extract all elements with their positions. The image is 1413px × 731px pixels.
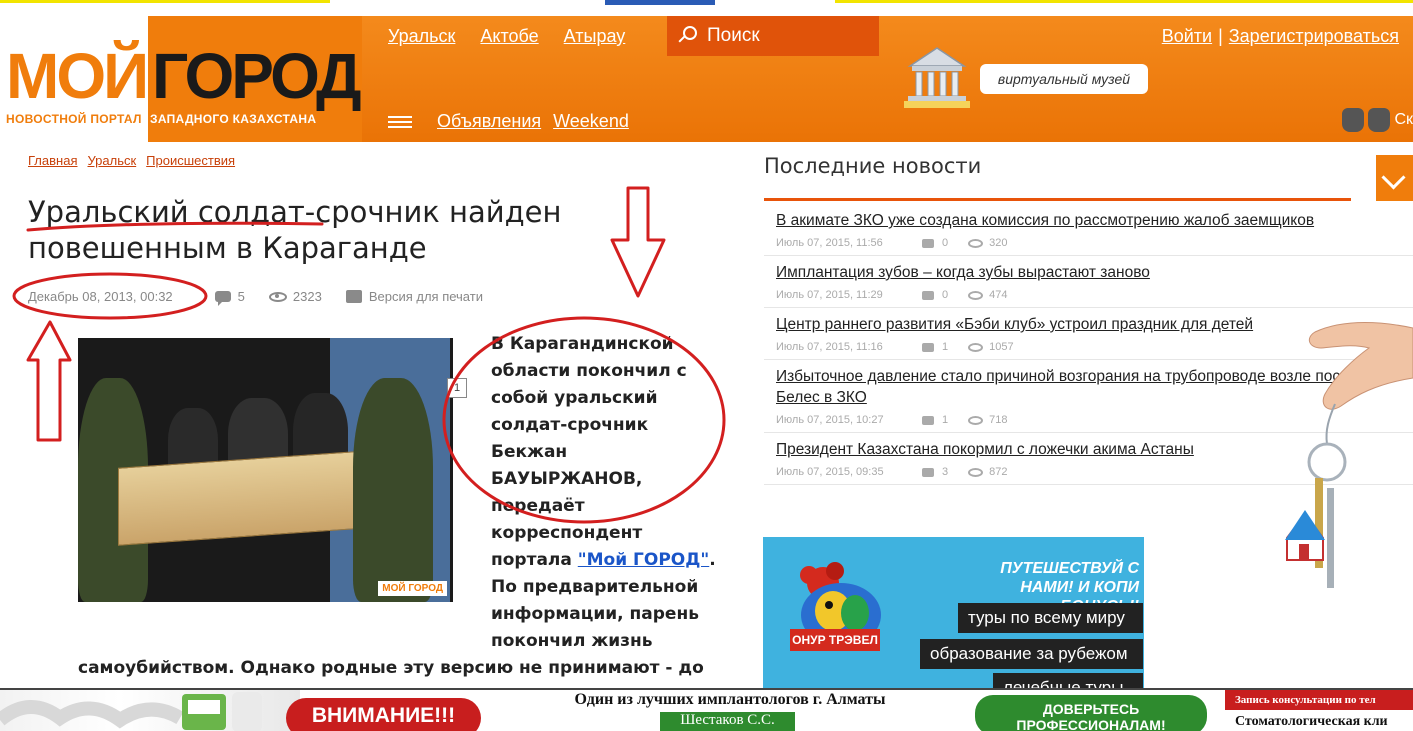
chevron-down-icon[interactable] — [1376, 155, 1413, 201]
news-item-date: Июль 07, 2015, 10:27 — [776, 414, 884, 426]
museum-building-icon — [904, 47, 970, 108]
news-item-comments: 1 — [942, 414, 949, 426]
travel-ad-banner[interactable]: ОНУР ТРЭВЕЛ ПУТЕШЕСТВУЙ С НАМИ! И КОПИ Б… — [763, 537, 1144, 691]
travel-pill-tours: туры по всему миру — [958, 603, 1143, 633]
logo-tagline-2: ЗАПАДНОГО КАЗАХСТАНА — [150, 112, 317, 126]
top-ad-strip — [0, 0, 1413, 5]
news-item-comments: 0 — [942, 237, 949, 249]
trust-label: ДОВЕРЬТЕСЬ ПРОФЕССИОНАЛАМ! — [975, 695, 1207, 731]
sub-link-weekend[interactable]: Weekend — [553, 111, 629, 132]
city-link-atyrau[interactable]: Атырау — [564, 26, 626, 47]
breadcrumb-incidents[interactable]: Происшествия — [146, 153, 235, 168]
news-item-title[interactable]: В акимате ЗКО уже создана комиссия по ра… — [776, 210, 1401, 231]
apps-label[interactable]: Ск — [1394, 111, 1413, 129]
article-date: Декабрь 08, 2013, 00:32 — [28, 289, 173, 304]
portal-link[interactable]: "Мой ГОРОД" — [578, 550, 709, 570]
article-meta: Декабрь 08, 2013, 00:32 5 2323 Версия дл… — [28, 289, 483, 306]
comments-icon — [922, 342, 934, 352]
register-link[interactable]: Зарегистрироваться — [1229, 26, 1399, 47]
photo-watermark: МОЙ ГОРОД — [378, 581, 447, 596]
parrot-logo-icon — [800, 562, 881, 647]
news-item-comments: 0 — [942, 289, 949, 301]
list-item: Имплантация зубов – когда зубы вырастают… — [764, 256, 1413, 308]
bottom-ad-banner[interactable]: ВНИМАНИЕ!!! Один из лучших имплантологов… — [0, 688, 1413, 731]
site-header: МОЙ ГОРОД НОВОСТНОЙ ПОРТАЛ ЗАПАДНОГО КАЗ… — [0, 16, 1413, 142]
teeth-image — [0, 690, 300, 731]
logo-tagline-1: НОВОСТНОЙ ПОРТАЛ — [6, 112, 142, 126]
breadcrumb: Главная Уральск Происшествия — [28, 153, 235, 168]
latest-news-title: Последние новости — [764, 154, 982, 178]
sub-link-ads[interactable]: Объявления — [437, 111, 541, 132]
app-links: Ск — [1342, 108, 1413, 132]
clinic-contact: Запись консультации по тел Стоматологиче… — [1225, 690, 1413, 731]
article-body: В Карагандинской области покончил с собо… — [491, 331, 721, 655]
print-icon[interactable] — [345, 290, 362, 303]
print-version-link[interactable]: Версия для печати — [369, 289, 483, 304]
views-icon — [968, 342, 984, 352]
up-arrow-mark — [26, 320, 72, 442]
news-item-views: 474 — [989, 289, 1008, 301]
article-lead-text: В Карагандинской области покончил с собо… — [491, 334, 687, 570]
hand-keys-ad[interactable] — [1285, 318, 1413, 608]
article-title: Уральский солдат-срочник найден повешенн… — [28, 195, 562, 265]
news-item-views: 320 — [989, 237, 1008, 249]
views-icon — [968, 467, 984, 477]
auth-links: Войти | Зарегистрироваться — [1162, 26, 1399, 47]
clinic-phone-label: Запись консультации по тел — [1225, 690, 1413, 710]
virtual-museum-banner[interactable]: виртуальный музей — [902, 44, 1152, 114]
search-box — [667, 16, 879, 56]
travel-brand: ОНУР ТРЭВЕЛ — [790, 629, 880, 651]
sub-nav: Объявления Weekend — [437, 111, 629, 132]
city-link-aktobe[interactable]: Актобе — [480, 26, 538, 47]
views-icon — [968, 290, 984, 300]
comments-icon — [922, 238, 934, 248]
search-icon[interactable] — [677, 26, 697, 46]
menu-icon[interactable] — [388, 116, 412, 130]
comments-icon — [922, 290, 934, 300]
news-item-views: 1057 — [989, 341, 1014, 353]
attention-label: ВНИМАНИЕ!!! — [286, 698, 481, 731]
android-icon[interactable] — [1368, 108, 1391, 132]
footnote-badge[interactable]: 1 — [447, 378, 467, 398]
news-item-comments: 3 — [942, 466, 949, 478]
article-photo: МОЙ ГОРОД — [78, 338, 453, 602]
views-icon — [968, 238, 984, 248]
doctor-name: Шестаков С.С. — [660, 712, 795, 731]
comments-count[interactable]: 5 — [238, 289, 245, 304]
list-item: В акимате ЗКО уже создана комиссия по ра… — [764, 204, 1413, 256]
city-link-uralsk[interactable]: Уральск — [388, 26, 455, 47]
news-item-date: Июль 07, 2015, 09:35 — [776, 466, 884, 478]
news-item-date: Июль 07, 2015, 11:29 — [776, 289, 883, 301]
breadcrumb-home[interactable]: Главная — [28, 153, 77, 168]
apple-icon[interactable] — [1342, 108, 1365, 132]
views-count: 2323 — [292, 289, 322, 304]
clinic-name: Стоматологическая кли — [1235, 714, 1388, 729]
site-logo[interactable]: МОЙ ГОРОД НОВОСТНОЙ ПОРТАЛ ЗАПАДНОГО КАЗ… — [0, 16, 362, 142]
news-item-views: 718 — [989, 414, 1008, 426]
auth-separator: | — [1218, 26, 1223, 46]
comments-icon — [922, 467, 934, 477]
comments-icon — [922, 415, 934, 425]
views-icon — [268, 291, 287, 302]
news-item-comments: 1 — [942, 341, 949, 353]
museum-label: виртуальный музей — [980, 64, 1148, 94]
comments-icon — [214, 291, 231, 306]
logo-text-gorod: ГОРОД — [152, 40, 362, 112]
latest-news-rule — [764, 198, 1351, 201]
news-item-date: Июль 07, 2015, 11:16 — [776, 341, 883, 353]
dentist-headline: Один из лучших имплантологов г. Алматы — [574, 691, 886, 708]
breadcrumb-uralsk[interactable]: Уральск — [87, 153, 136, 168]
login-link[interactable]: Войти — [1162, 26, 1212, 47]
logo-text-moi: МОЙ — [6, 40, 149, 112]
views-icon — [968, 415, 984, 425]
news-item-views: 872 — [989, 466, 1008, 478]
news-item-date: Июль 07, 2015, 11:56 — [776, 237, 883, 249]
article-body-continuation: самоубийством. Однако родные эту версию … — [78, 658, 704, 678]
travel-pill-education: образование за рубежом — [920, 639, 1143, 669]
search-input[interactable] — [707, 25, 857, 47]
news-item-title[interactable]: Имплантация зубов – когда зубы вырастают… — [776, 262, 1401, 283]
city-nav: Уральск Актобе Атырау — [388, 26, 625, 47]
